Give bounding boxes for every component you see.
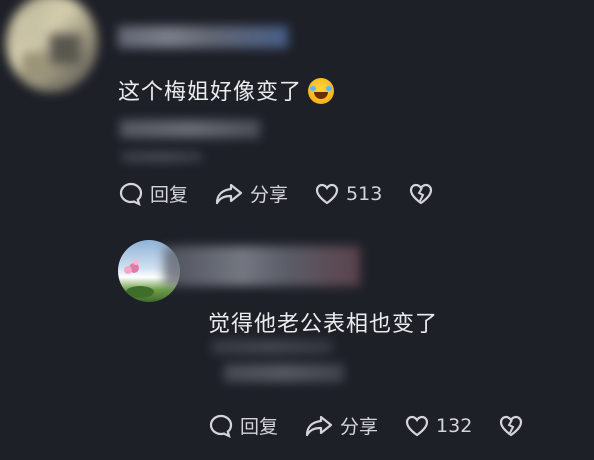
- reply-label: 回复: [150, 184, 189, 206]
- like-count: 132: [436, 414, 473, 437]
- share-arrow-icon: [215, 183, 243, 204]
- like-button[interactable]: 513: [314, 182, 382, 206]
- dislike-button[interactable]: [408, 182, 434, 206]
- like-count: 513: [346, 182, 383, 205]
- reply-button[interactable]: 回复: [208, 412, 278, 439]
- share-button[interactable]: 分享: [214, 180, 288, 207]
- comment-body: 觉得他老公表相也变了: [208, 312, 439, 337]
- avatar[interactable]: [6, 0, 98, 92]
- share-label: 分享: [340, 416, 379, 438]
- heart-icon: [405, 415, 429, 436]
- comment-meta-redacted: [224, 364, 344, 382]
- reply-bubble-icon: [209, 414, 233, 438]
- rofl-emoji-icon: [308, 78, 335, 104]
- broken-heart-icon: [410, 183, 433, 204]
- comment-actions: 回复 分享 132: [208, 412, 550, 439]
- comment-text: 觉得他老公表相也变了: [208, 306, 438, 338]
- share-arrow-icon: [305, 415, 333, 436]
- comment-meta-redacted: [120, 120, 260, 138]
- share-button[interactable]: 分享: [304, 412, 378, 439]
- like-button[interactable]: 132: [404, 414, 472, 438]
- broken-heart-icon: [500, 415, 523, 436]
- reply-bubble-icon: [119, 182, 143, 206]
- username-redacted[interactable]: [164, 246, 360, 286]
- comment-meta-redacted: [122, 152, 202, 162]
- comment-text: 这个梅姐好像变了: [118, 74, 335, 106]
- username-redacted[interactable]: [118, 26, 288, 48]
- comment-body: 这个梅姐好像变了: [118, 80, 303, 105]
- heart-icon: [315, 183, 339, 204]
- reply-button[interactable]: 回复: [118, 180, 188, 207]
- comment-actions: 回复 分享 513: [118, 180, 460, 207]
- dislike-button[interactable]: [498, 414, 524, 438]
- reply-label: 回复: [240, 416, 279, 438]
- share-label: 分享: [250, 184, 289, 206]
- comment-meta-redacted: [212, 340, 332, 354]
